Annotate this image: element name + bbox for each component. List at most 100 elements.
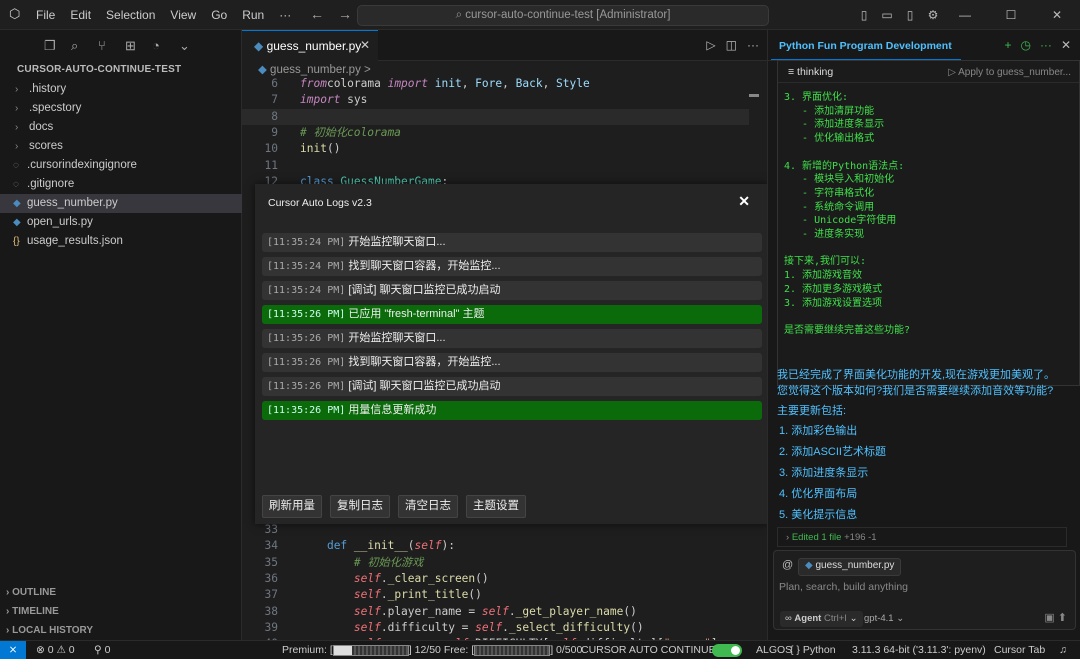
tree-item-scores[interactable]: › scores xyxy=(0,137,242,156)
explorer-icon[interactable]: ❐ xyxy=(44,38,71,54)
toggle-primary-sidebar-icon[interactable]: ▯ xyxy=(855,8,873,22)
refresh-usage-button[interactable]: 刷新用量 xyxy=(262,495,322,518)
tab-guess-number[interactable]: ◆ guess_number.py ✕ xyxy=(242,30,378,61)
copy-log-button[interactable]: 复制日志 xyxy=(330,495,390,518)
tree-item-guess-number-py[interactable]: ◆ guess_number.py xyxy=(0,194,242,213)
tree-item-docs[interactable]: › docs xyxy=(0,118,242,137)
toggle-secondary-sidebar-icon[interactable]: ▯ xyxy=(901,8,919,22)
notifications-bell-icon[interactable]: ♫ xyxy=(1059,641,1067,659)
search-view-icon[interactable]: ⌕ xyxy=(71,38,98,54)
problems-indicator[interactable]: ⊗ 0 ⚠ 0 xyxy=(36,641,75,659)
tree-item-usage-results-json[interactable]: {} usage_results.json xyxy=(0,232,242,251)
close-logs-icon[interactable]: ✕ xyxy=(738,193,750,210)
chat-input-box[interactable]: @ ◆ guess_number.py Plan, search, build … xyxy=(773,550,1076,630)
send-icon[interactable]: ⬆ xyxy=(1058,612,1067,624)
menu-item-6[interactable]: ··· xyxy=(279,8,291,22)
model-selector[interactable]: gpt-4.1 ⌄ xyxy=(864,613,904,624)
line-number: 9 xyxy=(271,125,278,139)
run-icon[interactable]: ▷ xyxy=(706,38,715,52)
message-line: 5. 美化提示信息 xyxy=(779,509,858,521)
tree-item-label: .history xyxy=(29,83,67,95)
python-interpreter[interactable]: 3.11.3 64-bit ('3.11.3': pyenv) xyxy=(852,641,986,659)
edited-files-summary[interactable]: › Edited 1 file +196 -1 xyxy=(777,527,1067,547)
auto-continue-toggle[interactable] xyxy=(712,641,742,659)
chevron-right-icon: › xyxy=(15,84,19,95)
close-window-button[interactable]: ✕ xyxy=(1034,8,1080,22)
explorer-sidebar: ❐ ⌕ ⑂ ⊞ ◔ ⌄ CURSOR-AUTO-CONTINUE-TEST ›.… xyxy=(0,30,242,640)
code-token: self xyxy=(481,604,509,618)
menu-item-0[interactable]: File xyxy=(36,8,55,22)
command-center-search[interactable]: ⌕ cursor-auto-continue-test [Administrat… xyxy=(357,5,769,26)
menu-item-3[interactable]: View xyxy=(170,8,196,22)
close-chat-icon[interactable]: ✕ xyxy=(1061,38,1071,52)
chat-more-icon[interactable]: ··· xyxy=(1040,38,1052,52)
log-entry: [11:35:24 PM] [调试] 聊天窗口监控已成功启动 xyxy=(262,281,762,300)
code-token: .player_name = xyxy=(380,604,482,618)
extensions-icon[interactable]: ⊞ xyxy=(125,38,152,54)
message-line: 您觉得这个版本如何?我们是否需要继续添加音效等功能? xyxy=(777,385,1054,397)
close-tab-icon[interactable]: ✕ xyxy=(360,38,370,52)
remote-indicator-icon[interactable]: ⨯ xyxy=(0,641,26,659)
chevron-right-icon: › xyxy=(15,103,19,114)
back-arrow-icon[interactable]: ← xyxy=(310,6,324,22)
chat-input-field[interactable]: Plan, search, build anything xyxy=(779,581,908,593)
apply-link[interactable]: ▷ Apply to guess_number... xyxy=(948,67,1071,78)
cursor-tab-indicator[interactable]: Cursor Tab xyxy=(994,641,1045,659)
menu-item-2[interactable]: Selection xyxy=(106,8,155,22)
tree-item--history[interactable]: › .history xyxy=(0,80,242,99)
log-text: 已应用 "fresh-terminal" 主题 xyxy=(348,308,485,320)
menu-bar: File Edit Selection View Go Run ··· xyxy=(36,8,306,22)
tree-item--gitignore[interactable]: ◌ .gitignore xyxy=(0,175,242,194)
breadcrumb[interactable]: ◆ guess_number.py > xyxy=(258,62,371,76)
code-token: self xyxy=(353,588,381,602)
explorer-root-folder[interactable]: CURSOR-AUTO-CONTINUE-TEST xyxy=(17,64,181,75)
theme-settings-button[interactable]: 主题设置 xyxy=(466,495,526,518)
more-views-chevron-icon[interactable]: ⌄ xyxy=(179,38,206,54)
chevron-right-icon: › xyxy=(15,141,19,152)
forward-arrow-icon[interactable]: → xyxy=(338,6,352,22)
algos-indicator[interactable]: ALGOS xyxy=(756,641,792,659)
language-mode[interactable]: { } Python xyxy=(790,641,836,659)
chat-tab-title[interactable]: Python Fun Program Development xyxy=(771,32,961,60)
code-token: . xyxy=(380,588,388,602)
image-attach-icon[interactable]: ▣ xyxy=(1044,612,1054,624)
tree-item--specstory[interactable]: › .specstory xyxy=(0,99,242,118)
minimize-button[interactable]: — xyxy=(942,8,988,22)
code-token: def xyxy=(326,539,348,553)
code-line: 7 import sys xyxy=(242,92,749,108)
ports-indicator[interactable]: ⚲ 0 xyxy=(94,641,110,659)
message-line: 1. 添加彩色输出 xyxy=(779,425,858,437)
code-line: 37 self._print_title() xyxy=(242,587,749,603)
maximize-button[interactable]: ☐ xyxy=(988,8,1034,22)
section-outline[interactable]: › OUTLINE xyxy=(0,583,242,602)
history-icon[interactable]: ◷ xyxy=(1020,38,1030,52)
remote-explorer-icon[interactable]: ◔ xyxy=(152,38,179,54)
thinking-label[interactable]: ≡ thinking xyxy=(788,66,833,78)
tree-item--cursorindexingignore[interactable]: ◌ .cursorindexingignore xyxy=(0,156,242,175)
source-control-icon[interactable]: ⑂ xyxy=(98,38,125,54)
context-file-chip[interactable]: ◆ guess_number.py xyxy=(798,558,902,576)
more-actions-icon[interactable]: ··· xyxy=(747,38,759,52)
menu-item-5[interactable]: Run xyxy=(242,8,264,22)
code-token: . xyxy=(502,620,509,634)
tree-item-label: docs xyxy=(29,121,54,133)
line-number: 37 xyxy=(264,588,278,602)
tree-item-label: scores xyxy=(29,140,63,152)
mention-icon[interactable]: @ xyxy=(782,559,793,571)
clear-log-button[interactable]: 清空日志 xyxy=(398,495,458,518)
code-token: self xyxy=(353,620,381,634)
agent-mode-selector[interactable]: ∞ Agent Ctrl+I ⌄ xyxy=(780,611,863,627)
toggle-panel-icon[interactable]: ▭ xyxy=(878,8,896,22)
section-local-history[interactable]: › LOCAL HISTORY xyxy=(0,621,242,640)
menu-item-4[interactable]: Go xyxy=(211,8,227,22)
tree-item-open-urls-py[interactable]: ◆ open_urls.py xyxy=(0,213,242,232)
logs-panel-title: Cursor Auto Logs v2.3 xyxy=(268,197,372,209)
split-editor-icon[interactable]: ◫ xyxy=(726,38,737,52)
section-timeline[interactable]: › TIMELINE xyxy=(0,602,242,621)
code-line: 9 # 初始化colorama xyxy=(242,125,749,141)
log-entry: [11:35:26 PM] [调试] 聊天窗口监控已成功启动 xyxy=(262,377,762,396)
settings-gear-icon[interactable]: ⚙ xyxy=(924,8,942,22)
new-chat-icon[interactable]: + xyxy=(1004,38,1011,52)
menu-item-1[interactable]: Edit xyxy=(70,8,91,22)
